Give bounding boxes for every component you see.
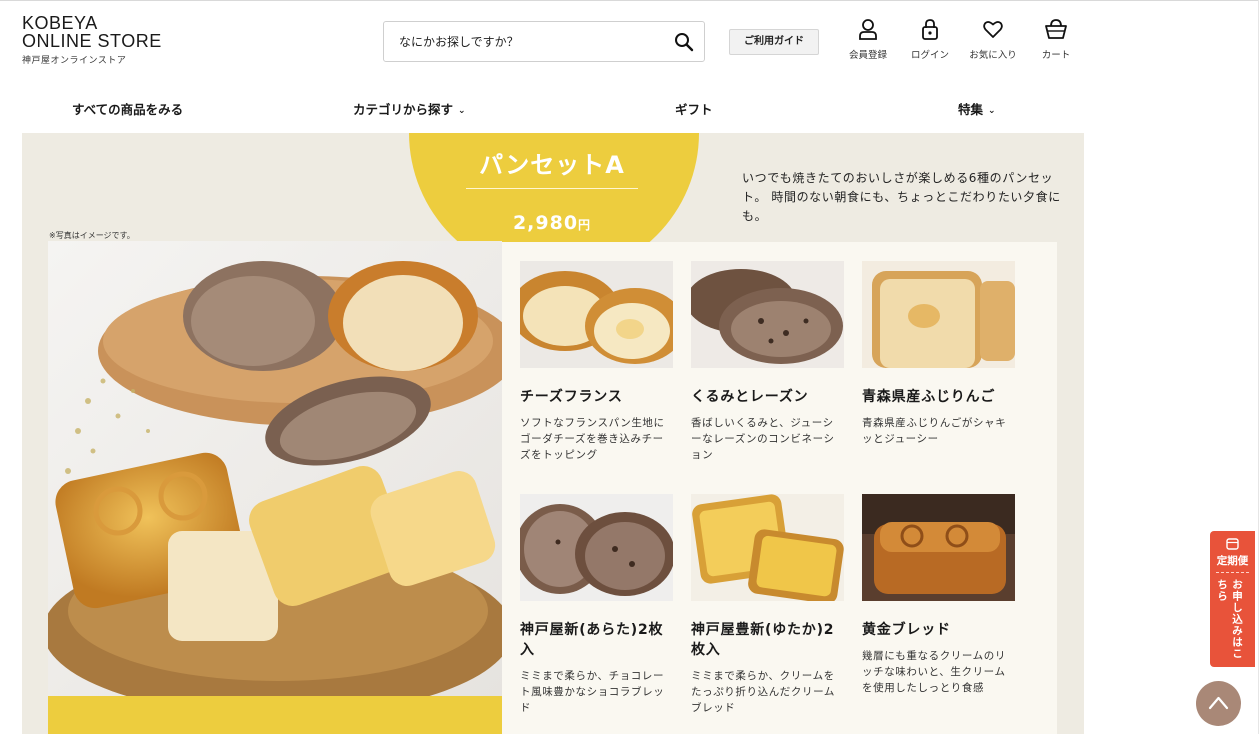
site-logo[interactable]: KOBEYA ONLINE STORE 神戸屋オンラインストア [22,14,162,66]
login-link[interactable]: ログイン [898,18,962,61]
product-panel: チーズフランス ソフトなフランスパン生地にゴーダチーズを巻き込みチーズをトッピン… [502,242,1057,734]
subscription-title: 定期便 [1216,555,1249,567]
cart-label: カート [1041,50,1071,61]
nav-gift[interactable]: ギフト [675,99,713,118]
nav-category-label: カテゴリから探す [353,102,454,117]
logo-line1: KOBEYA [22,13,98,33]
cart-link[interactable]: カート [1024,18,1088,61]
favorites-label: お気に入り [969,50,1017,61]
arata-bread-photo [520,494,673,601]
product-name: くるみとレーズン [691,389,809,405]
nav-category[interactable]: カテゴリから探す ⌄ [353,99,466,118]
product-desc: 青森県産ふじりんごがシャキッとジューシー [862,417,1007,445]
nav-feature[interactable]: 特集 ⌄ [958,99,996,118]
title-divider [466,188,638,189]
product-card-golden-bread[interactable]: 黄金ブレッド 幾層にも重なるクリームのリッチな味わいと、生クリームを使用したしっ… [862,494,1015,696]
walnut-raisin-photo [691,261,844,368]
nav-all-products[interactable]: すべての商品をみる [72,99,183,118]
subscription-tab[interactable]: 定期便 お申し込みはこちら [1210,531,1255,667]
set-description: いつでも焼きたてのおいしさが楽しめる6種のパンセット。 時間のない朝食にも、ちょ… [742,171,1061,223]
product-card-yutaka[interactable]: 神戸屋豊新(ゆたか)2枚入 ミミまで柔らか、クリームをたっぷり折り込んだクリーム… [691,494,844,716]
set-price: 2,980円 [467,212,637,234]
yellow-bar [48,696,502,734]
back-to-top-button[interactable] [1196,681,1241,726]
product-desc: ソフトなフランスパン生地にゴーダチーズを巻き込みチーズをトッピング [520,417,665,461]
chevron-down-icon: ⌄ [458,106,466,116]
image-note: ※写真はイメージです。 [49,231,135,240]
golden-bread-photo [862,494,1015,601]
guide-button[interactable]: ご利用ガイド [729,29,819,55]
cart-icon [1045,19,1067,39]
search-input[interactable] [384,22,659,61]
heart-icon [983,21,1003,38]
logo-subtitle: 神戸屋オンラインストア [22,56,127,66]
apple-bread-photo [862,261,1015,368]
set-hero: パンセットA 2,980円 いつでも焼きたてのおいしさが楽しめる6種のパンセット… [22,133,1084,734]
user-icon [859,19,877,40]
set-title: パンセットA [479,151,625,179]
login-label: ログイン [910,50,949,61]
search-box [383,21,705,62]
logo-line2: ONLINE STORE [22,31,162,51]
search-icon[interactable] [674,32,694,52]
price-yen: 円 [578,218,592,232]
product-card-arata[interactable]: 神戸屋新(あらた)2枚入 ミミまで柔らか、チョコレート風味豊かなショコラブレッド [520,494,673,716]
price-value: 2,980 [512,212,579,234]
product-card-walnut-raisin[interactable]: くるみとレーズン 香ばしいくるみと、ジューシーなレーズンのコンビネーション [691,261,844,463]
product-desc: ミミまで柔らか、クリームをたっぷり折り込んだクリームブレッド [691,670,835,714]
product-desc: ミミまで柔らか、チョコレート風味豊かなショコラブレッド [520,670,665,714]
calendar-icon [1226,538,1239,550]
product-card-aomori-apple[interactable]: 青森県産ふじりんご 青森県産ふじりんごがシャキッとジューシー [862,261,1015,447]
tab-divider [1216,572,1249,573]
product-name: 青森県産ふじりんご [862,389,996,405]
product-name: 黄金ブレッド [862,622,951,638]
product-name: 神戸屋新(あらた)2枚入 [520,622,664,658]
product-desc: 幾層にも重なるクリームのリッチな味わいと、生クリームを使用したしっとり食感 [862,650,1006,694]
chevron-up-icon [1208,696,1229,710]
lock-icon [922,19,938,40]
product-card-cheese-france[interactable]: チーズフランス ソフトなフランスパン生地にゴーダチーズを巻き込みチーズをトッピン… [520,261,673,463]
bread-basket-photo [48,241,502,696]
subscription-cta: お申し込みはこちら [1216,579,1243,660]
yutaka-bread-photo [691,494,844,601]
favorites-link[interactable]: お気に入り [961,18,1025,61]
register-label: 会員登録 [848,50,887,61]
product-name: 神戸屋豊新(ゆたか)2枚入 [691,622,835,658]
register-link[interactable]: 会員登録 [836,18,900,61]
product-desc: 香ばしいくるみと、ジューシーなレーズンのコンビネーション [691,417,835,461]
chevron-down-icon: ⌄ [988,106,996,116]
nav-feature-label: 特集 [958,102,984,117]
product-name: チーズフランス [520,389,623,405]
cheese-france-photo [520,261,673,368]
